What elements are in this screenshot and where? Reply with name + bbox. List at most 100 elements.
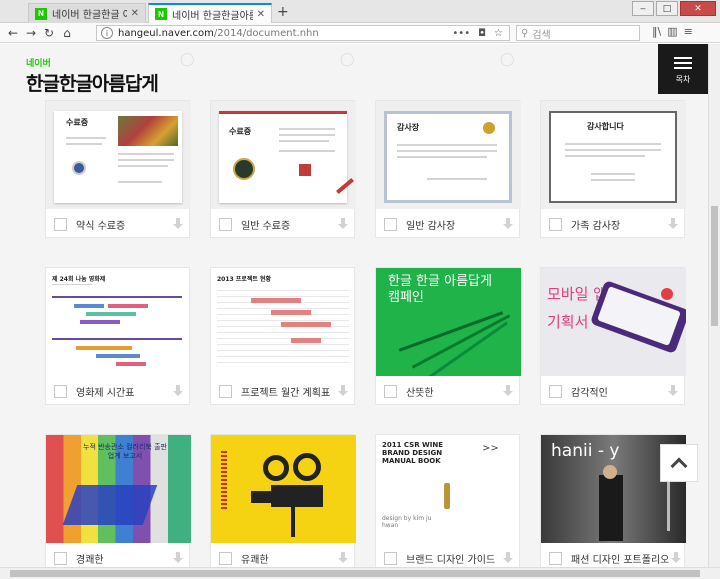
select-checkbox[interactable]	[549, 217, 562, 231]
card-label: 가족 감사장	[571, 220, 621, 232]
close-icon[interactable]: ✕	[257, 9, 265, 20]
search-input[interactable]: ⚲ 검색	[516, 25, 640, 41]
download-icon[interactable]	[336, 551, 350, 565]
sidebar-icon[interactable]: ▥	[667, 25, 677, 38]
library-icon[interactable]: ‖\	[652, 25, 661, 38]
select-checkbox[interactable]	[54, 217, 67, 231]
card-label: 산뜻한	[406, 387, 434, 399]
select-checkbox[interactable]	[549, 384, 562, 398]
toc-label: 목차	[675, 74, 691, 84]
close-icon[interactable]: ✕	[131, 8, 139, 19]
card-label: 유쾌한	[241, 554, 269, 566]
thumbnail: 2011 CSR WINE BRAND DESIGN MANUAL BOOK >…	[376, 435, 521, 543]
bookmark-star-icon[interactable]: ☆	[494, 28, 503, 39]
close-window-icon[interactable]: ✕	[680, 1, 716, 16]
faint-mark: ◯	[180, 52, 195, 67]
thumbnail: 감사합니다	[541, 101, 686, 209]
reload-icon[interactable]: ↻	[40, 26, 58, 40]
thumbnail: 감사장	[376, 101, 521, 209]
toc-button[interactable]: 목차	[658, 44, 708, 94]
thumbnail: 모바일 앱 기획서	[541, 268, 686, 376]
tab-1[interactable]: N 네이버 한글한글 아름답게 : 네 ✕	[28, 3, 146, 23]
select-checkbox[interactable]	[219, 384, 232, 398]
select-checkbox[interactable]	[54, 384, 67, 398]
navigation-bar: ← → ↻ ⌂ i hangeul.naver.com /2014/docume…	[0, 23, 720, 43]
card-label: 약식 수료증	[76, 220, 126, 232]
url-bar[interactable]: i hangeul.naver.com /2014/document.nhn •…	[96, 25, 510, 41]
home-icon[interactable]: ⌂	[58, 26, 76, 40]
download-icon[interactable]	[666, 217, 680, 231]
horizontal-scrollbar[interactable]	[0, 567, 720, 579]
thumbnail: 수료증	[211, 101, 356, 209]
card-label: 경쾌한	[76, 554, 104, 566]
template-card[interactable]: 감사장 일반 감사장	[375, 100, 521, 238]
tab-title: 네이버 한글한글 아름답게 : 네	[52, 10, 127, 21]
download-icon[interactable]	[336, 384, 350, 398]
select-checkbox[interactable]	[54, 551, 67, 565]
select-checkbox[interactable]	[384, 551, 397, 565]
card-label: 일반 수료증	[241, 220, 291, 232]
brand-title: 한글한글아름답게	[26, 73, 159, 95]
faint-mark: ◯	[340, 52, 355, 67]
download-icon[interactable]	[669, 551, 681, 565]
template-card[interactable]: 제 24회 나눔 영화제 영화제 시간표	[45, 267, 190, 405]
thumb-title: 수료증	[229, 127, 252, 136]
naver-icon: N	[155, 8, 167, 20]
card-label: 감각적인	[571, 387, 608, 399]
select-checkbox[interactable]	[219, 217, 232, 231]
thumb-title: 감사장	[397, 123, 420, 132]
template-card[interactable]: 모바일 앱 기획서 감각적인	[540, 267, 686, 405]
forward-icon[interactable]: →	[22, 26, 40, 40]
template-card[interactable]: 감사합니다 가족 감사장	[540, 100, 686, 238]
thumb-title: hanii - y	[551, 441, 620, 461]
template-card[interactable]: 2013 프로젝트 현황 프로젝트 월간 계획표	[210, 267, 355, 405]
site-logo[interactable]: 네이버 한글한글아름답게	[26, 56, 159, 96]
chevron-up-icon	[670, 457, 688, 475]
hamburger-icon	[674, 54, 692, 72]
thumbnail: 수료증	[46, 101, 191, 209]
thumb-title: 누적 반송관소 컬러리북 출판업계 보고서	[83, 443, 167, 460]
minimize-icon[interactable]: ‒	[632, 1, 654, 16]
page-content: 네이버 한글한글아름답게 ◯ ◯ ◯ 목차 수료증 약식 수료증 수료증 일반 …	[0, 44, 708, 567]
template-card[interactable]: 유쾌한	[210, 434, 356, 567]
menu-icon[interactable]: ≡	[684, 25, 693, 38]
pocket-icon[interactable]: ◘	[478, 28, 486, 39]
arrows-icon: >>	[482, 443, 499, 454]
download-icon[interactable]	[171, 384, 185, 398]
download-icon[interactable]	[666, 384, 680, 398]
download-icon[interactable]	[336, 217, 350, 231]
window-controls: ‒ □ ✕	[632, 1, 716, 16]
search-placeholder: 검색	[532, 29, 551, 41]
card-label: 패션 디자인 포트폴리오	[571, 554, 670, 566]
tab-title: 네이버 한글한글아름답게	[172, 10, 253, 22]
template-card[interactable]: 2011 CSR WINE BRAND DESIGN MANUAL BOOK >…	[375, 434, 520, 567]
thumb-subtitle: design by kim ju hwan	[382, 515, 432, 529]
download-icon[interactable]	[171, 551, 185, 565]
select-checkbox[interactable]	[384, 384, 397, 398]
template-card[interactable]: 수료증 일반 수료증	[210, 100, 356, 238]
scroll-to-top-button[interactable]	[660, 444, 698, 482]
page-actions-icon[interactable]: •••	[452, 28, 470, 39]
template-card[interactable]: 누적 반송관소 컬러리북 출판업계 보고서 경쾌한	[45, 434, 191, 567]
thumbnail: 한글 한글 아름답게 캠페인	[376, 268, 521, 376]
thumb-title: 한글 한글 아름답게 캠페인	[388, 274, 492, 305]
new-tab-icon[interactable]: +	[277, 4, 289, 20]
download-icon[interactable]	[501, 551, 515, 565]
download-icon[interactable]	[501, 384, 515, 398]
select-checkbox[interactable]	[384, 217, 397, 231]
download-icon[interactable]	[171, 217, 185, 231]
template-card[interactable]: 수료증 약식 수료증	[45, 100, 191, 238]
thumbnail: 2013 프로젝트 현황	[211, 268, 356, 376]
vertical-scrollbar[interactable]	[708, 44, 720, 567]
thumb-title: 수료증	[66, 118, 89, 127]
info-icon[interactable]: i	[101, 27, 113, 39]
url-host: hangeul.naver.com	[118, 27, 214, 39]
download-icon[interactable]	[501, 217, 515, 231]
back-icon[interactable]: ←	[4, 26, 22, 40]
tab-2[interactable]: N 네이버 한글한글아름답게 ✕	[148, 3, 272, 23]
thumb-title: 2011 CSR WINE BRAND DESIGN MANUAL BOOK	[382, 441, 444, 465]
select-checkbox[interactable]	[549, 551, 562, 565]
template-card[interactable]: 한글 한글 아름답게 캠페인 산뜻한	[375, 267, 521, 405]
maximize-icon[interactable]: □	[656, 1, 678, 16]
select-checkbox[interactable]	[219, 551, 232, 565]
